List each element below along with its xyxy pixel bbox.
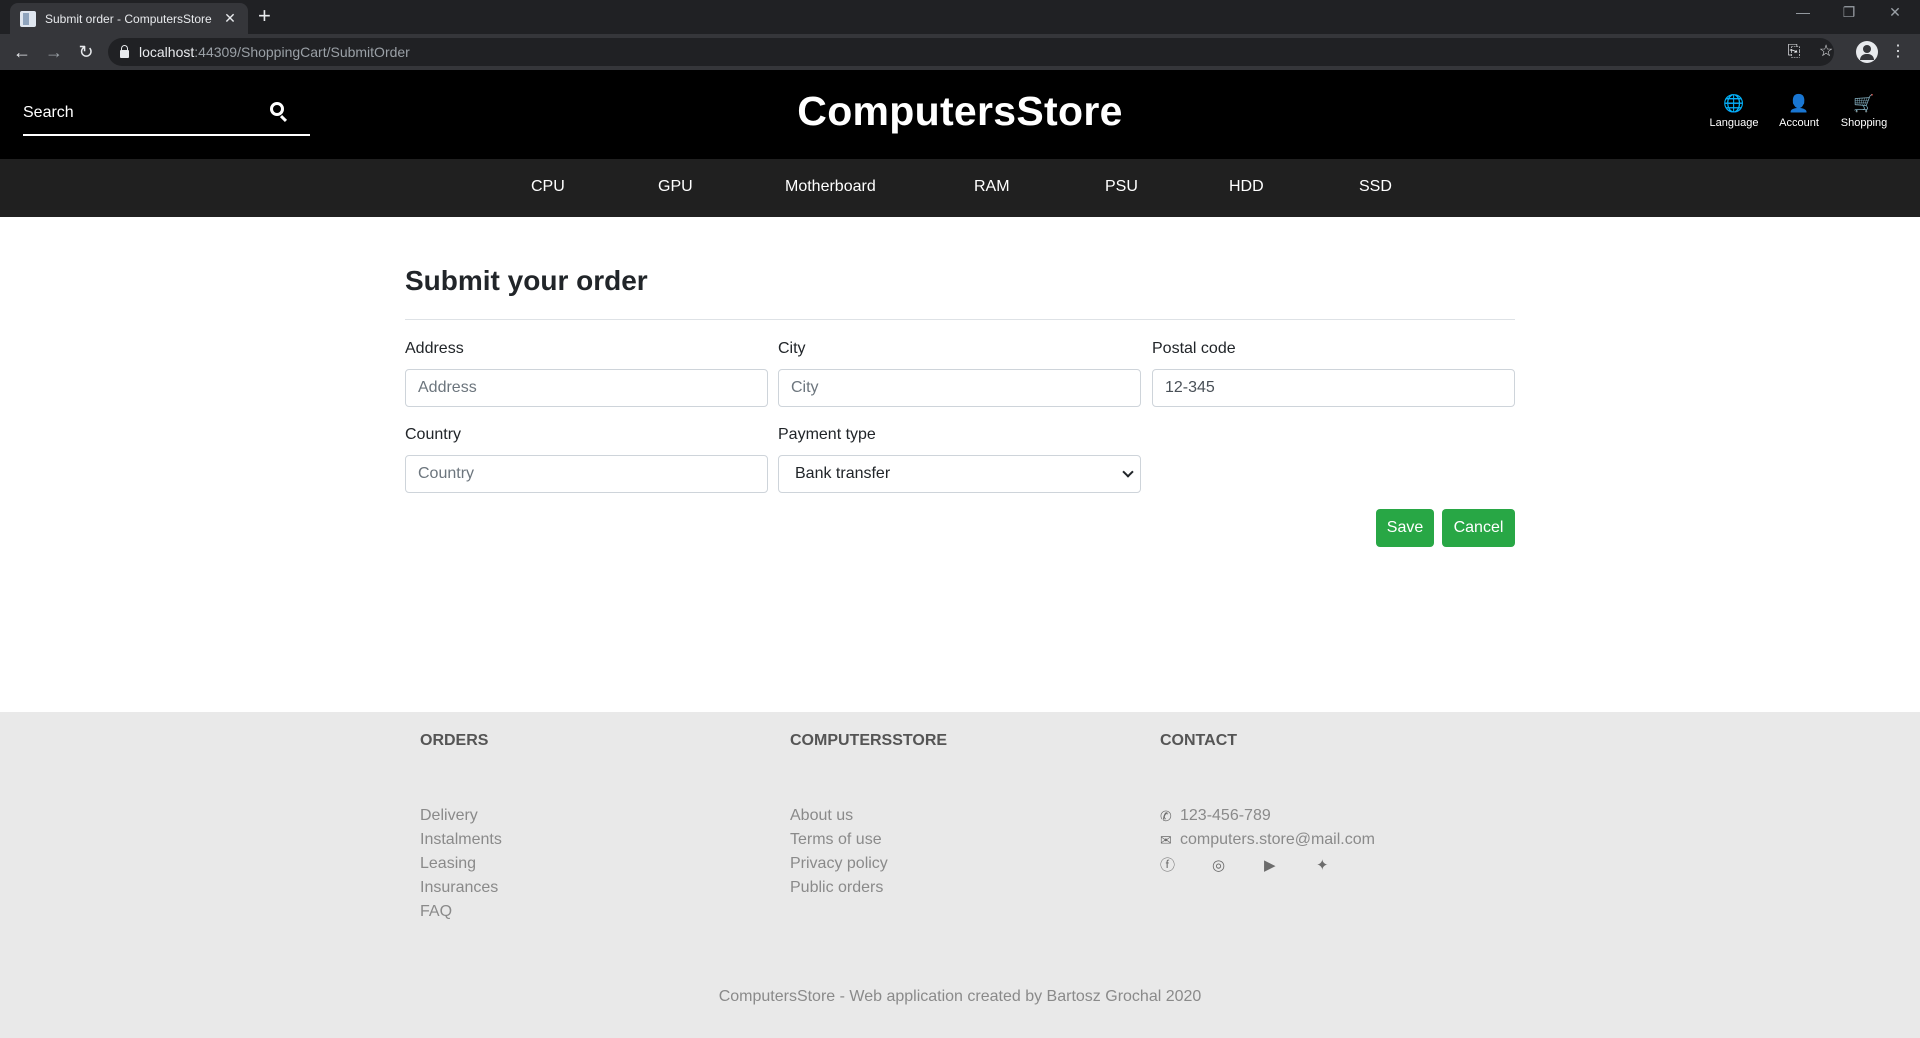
footer-contact-heading: CONTACT: [1160, 732, 1238, 749]
nav-item-motherboard[interactable]: Motherboard: [785, 178, 876, 196]
nav-item-psu[interactable]: PSU: [1105, 178, 1138, 196]
country-field[interactable]: Country: [405, 455, 768, 493]
footer-link-privacy-policy[interactable]: Privacy policy: [790, 852, 947, 876]
page-favicon-icon: [20, 10, 36, 27]
nav-item-hdd[interactable]: HDD: [1229, 178, 1264, 196]
category-nav: CPU GPU Motherboard RAM PSU HDD SSD: [0, 159, 1920, 217]
tab-title: Submit order - ComputersStore: [45, 11, 212, 26]
lock-icon: [120, 44, 129, 58]
cancel-button[interactable]: Cancel: [1442, 509, 1515, 547]
cart-icon: 🛒: [1853, 94, 1875, 113]
window-close-button[interactable]: ✕: [1872, 4, 1918, 21]
forward-arrow-icon[interactable]: →: [42, 40, 66, 64]
account-label: Account: [1779, 117, 1819, 129]
save-button[interactable]: Save: [1376, 509, 1434, 547]
site-footer: ORDERS Delivery Instalments Leasing Insu…: [0, 712, 1920, 1038]
browser-menu-icon[interactable]: ⋮: [1886, 40, 1910, 64]
footer-link-about-us[interactable]: About us: [790, 804, 947, 828]
shopping-label: Shopping: [1840, 117, 1888, 129]
url-path: :44309/ShoppingCart/SubmitOrder: [194, 44, 410, 60]
nav-item-gpu[interactable]: GPU: [658, 178, 693, 196]
footer-copyright: ComputersStore - Web application created…: [718, 988, 1202, 1005]
shopping-button[interactable]: 🛒 Shopping: [1832, 94, 1896, 129]
nav-item-ram[interactable]: RAM: [974, 178, 1010, 196]
phone-icon: ✆: [1160, 808, 1172, 824]
instagram-icon[interactable]: ◎: [1212, 854, 1264, 878]
url-host: localhost: [139, 44, 195, 60]
city-label: City: [778, 340, 806, 357]
city-field[interactable]: City: [778, 369, 1141, 407]
address-bar[interactable]: localhost :44309/ShoppingCart/SubmitOrde…: [108, 38, 1834, 66]
site-logo[interactable]: ComputersStore: [0, 88, 1920, 135]
envelope-icon: ✉: [1160, 832, 1172, 848]
postal-code-label: Postal code: [1152, 340, 1236, 357]
footer-contact-column: CONTACT ✆ 123-456-789 ✉ computers.store@…: [1160, 732, 1375, 878]
postal-code-field[interactable]: 12-345: [1152, 369, 1515, 407]
footer-link-delivery[interactable]: Delivery: [420, 804, 502, 828]
user-icon: 👤: [1788, 94, 1810, 113]
footer-link-faq[interactable]: FAQ: [420, 900, 502, 924]
browser-tab[interactable]: Submit order - ComputersStore ✕: [10, 3, 248, 34]
browser-toolbar: ← → ↻ localhost :44309/ShoppingCart/Subm…: [0, 34, 1920, 70]
contact-phone: ✆ 123-456-789: [1160, 804, 1375, 828]
reload-icon[interactable]: ↻: [74, 40, 98, 64]
browser-tab-bar: Submit order - ComputersStore ✕ + — ❐ ✕: [0, 0, 1920, 34]
youtube-icon[interactable]: ▶: [1264, 854, 1316, 878]
nav-item-cpu[interactable]: CPU: [531, 178, 565, 196]
site-header: Search ComputersStore 🌐 Language 👤 Accou…: [0, 70, 1920, 159]
language-label: Language: [1709, 117, 1759, 129]
contact-email: ✉ computers.store@mail.com: [1160, 828, 1375, 852]
address-label: Address: [405, 340, 464, 357]
window-restore-button[interactable]: ❐: [1826, 4, 1872, 21]
footer-link-public-orders[interactable]: Public orders: [790, 876, 947, 900]
footer-link-leasing[interactable]: Leasing: [420, 852, 502, 876]
social-links: ⓕ ◎ ▶ ✦: [1160, 854, 1375, 878]
country-label: Country: [405, 426, 462, 443]
twitter-icon[interactable]: ✦: [1316, 854, 1368, 878]
payment-type-value: Bank transfer: [795, 465, 891, 482]
footer-link-insurances[interactable]: Insurances: [420, 876, 502, 900]
nav-item-ssd[interactable]: SSD: [1359, 178, 1392, 196]
facebook-icon[interactable]: ⓕ: [1160, 854, 1212, 878]
page-title: Submit your order: [405, 265, 648, 296]
account-button[interactable]: 👤 Account: [1767, 94, 1831, 129]
footer-orders-heading: ORDERS: [420, 732, 489, 749]
window-minimize-button[interactable]: —: [1780, 4, 1826, 20]
contact-email-address[interactable]: computers.store@mail.com: [1180, 828, 1375, 852]
footer-store-heading: COMPUTERSSTORE: [790, 732, 948, 749]
payment-type-label: Payment type: [778, 426, 876, 443]
back-arrow-icon[interactable]: ←: [10, 40, 34, 64]
footer-store-column: COMPUTERSSTORE About us Terms of use Pri…: [790, 732, 947, 900]
footer-orders-column: ORDERS Delivery Instalments Leasing Insu…: [420, 732, 502, 924]
payment-type-select[interactable]: Bank transfer: [778, 455, 1141, 493]
profile-avatar-icon[interactable]: [1856, 41, 1878, 63]
bookmark-star-icon[interactable]: ☆: [1814, 40, 1838, 64]
footer-link-terms-of-use[interactable]: Terms of use: [790, 828, 947, 852]
footer-link-instalments[interactable]: Instalments: [420, 828, 502, 852]
globe-icon: 🌐: [1723, 94, 1745, 113]
contact-phone-number: 123-456-789: [1180, 807, 1271, 824]
language-button[interactable]: 🌐 Language: [1702, 94, 1766, 129]
tab-close-icon[interactable]: ✕: [222, 10, 238, 27]
chevron-down-icon: [1122, 466, 1134, 478]
title-divider: [405, 319, 1515, 320]
translate-icon[interactable]: ⎘: [1782, 40, 1806, 64]
new-tab-button[interactable]: +: [258, 4, 271, 28]
address-field[interactable]: Address: [405, 369, 768, 407]
